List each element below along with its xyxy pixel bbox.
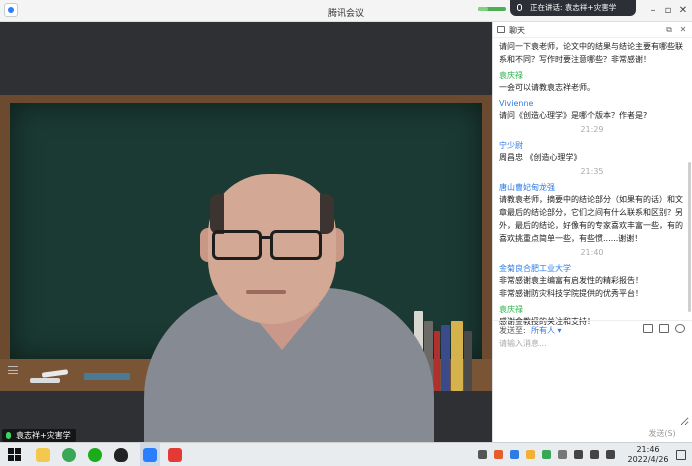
close-chat-icon[interactable]: ✕ bbox=[677, 23, 689, 37]
title-bar: 腾讯会议 正在讲话: 袁志祥+灾害学 – ▫ ✕ bbox=[0, 0, 692, 22]
video-area[interactable]: 袁志祥+灾害学 bbox=[0, 22, 492, 442]
file-icon[interactable] bbox=[659, 324, 669, 333]
participant-name: 袁志祥+灾害学 bbox=[16, 431, 71, 440]
close-button[interactable]: ✕ bbox=[676, 4, 690, 18]
speaker-hair bbox=[210, 194, 224, 234]
chat-message: 宁少尉周昌忠 《创造心理学》 21:35 bbox=[499, 140, 685, 178]
clock-time[interactable]: 21:46 bbox=[628, 445, 668, 454]
windows-start-icon[interactable] bbox=[8, 448, 22, 462]
chat-bubble-icon bbox=[497, 26, 505, 33]
chat-input[interactable] bbox=[497, 336, 689, 426]
message-sender[interactable]: 宁少尉 bbox=[499, 140, 685, 151]
recipient-dropdown[interactable]: 所有人 ▾ bbox=[531, 325, 562, 336]
user-icon[interactable] bbox=[675, 324, 685, 333]
chalk bbox=[30, 378, 60, 383]
send-to-row: 发送至: 所有人 ▾ bbox=[493, 320, 692, 336]
message-sender[interactable]: 袁庆禄 bbox=[499, 70, 685, 81]
message-sender[interactable]: 唐山曹妃甸龙强 bbox=[499, 182, 685, 193]
maximize-button[interactable]: ▫ bbox=[661, 4, 675, 18]
chat-message: 唐山曹妃甸龙强请教袁老师，摘要中的结论部分（如果有的话）和文章最后的结论部分，它… bbox=[499, 182, 685, 259]
message-text: 周昌忠 《创造心理学》 bbox=[499, 153, 582, 162]
scrollbar[interactable] bbox=[688, 162, 691, 312]
notification-icon[interactable] bbox=[676, 450, 686, 460]
tray-icon[interactable] bbox=[526, 450, 535, 459]
popout-icon[interactable]: ⧉ bbox=[663, 23, 675, 37]
send-to-label: 发送至: bbox=[499, 326, 526, 335]
chat-message: 请问一下袁老师，论文中的结果与结论主要有哪些联系和不同？写作时要注意哪些？非常感… bbox=[499, 40, 685, 66]
microphone-on-icon bbox=[6, 432, 11, 439]
network-icon[interactable] bbox=[574, 450, 583, 459]
chat-title: 聊天 bbox=[509, 26, 525, 35]
message-sender[interactable]: Vivienne bbox=[499, 98, 685, 109]
message-sender[interactable]: 金菊良合肥工业大学 bbox=[499, 263, 685, 274]
message-sender[interactable]: 袁庆禄 bbox=[499, 304, 685, 315]
speaking-indicator: 正在讲话: 袁志祥+灾害学 bbox=[510, 0, 636, 16]
chat-header: 聊天 ⧉ ✕ bbox=[493, 22, 692, 38]
input-method-icon[interactable] bbox=[606, 450, 615, 459]
wps-icon[interactable] bbox=[168, 448, 182, 462]
message-text: 请教袁老师，摘要中的结论部分（如果有的话）和文章最后的结论部分，它们之间有什么联… bbox=[499, 195, 683, 243]
tray-icon[interactable] bbox=[494, 450, 503, 459]
qq-icon[interactable] bbox=[114, 448, 128, 462]
file-explorer-icon[interactable] bbox=[36, 448, 50, 462]
menu-icon[interactable] bbox=[8, 366, 18, 374]
speaker-glasses bbox=[212, 230, 262, 260]
speaking-text: 正在讲话: 袁志祥+灾害学 bbox=[530, 3, 617, 12]
tray-icon[interactable] bbox=[542, 450, 551, 459]
browser-icon[interactable] bbox=[62, 448, 76, 462]
message-time: 21:40 bbox=[580, 248, 604, 257]
speaker-mouth bbox=[246, 290, 286, 294]
minimize-button[interactable]: – bbox=[646, 4, 660, 18]
message-text: 非常感谢袁主编富有启发性的精彩报告！ bbox=[499, 276, 643, 285]
message-list[interactable]: 请问一下袁老师，论文中的结果与结论主要有哪些联系和不同？写作时要注意哪些？非常感… bbox=[499, 40, 685, 334]
message-text: 请问《创造心理学》是哪个版本？作者是? bbox=[499, 111, 648, 120]
chat-message: 袁庆禄一会可以请教袁志祥老师。 bbox=[499, 70, 685, 94]
screenshot-icon[interactable] bbox=[643, 324, 653, 333]
send-button[interactable]: 发送(S) bbox=[645, 428, 679, 440]
message-text: 一会可以请教袁志祥老师。 bbox=[499, 83, 595, 92]
message-time: 21:29 bbox=[580, 125, 604, 134]
clock-date[interactable]: 2022/4/26 bbox=[622, 455, 674, 464]
speaker-glasses bbox=[270, 230, 322, 260]
speaker-hair bbox=[320, 194, 334, 234]
chat-message: Vivienne 请问《创造心理学》是哪个版本？作者是? 21:29 bbox=[499, 98, 685, 136]
participant-name-tag: 袁志祥+灾害学 bbox=[2, 429, 76, 442]
eraser bbox=[84, 373, 130, 380]
message-time: 21:35 bbox=[580, 167, 604, 176]
tencent-meeting-icon[interactable] bbox=[143, 448, 157, 462]
recipient-value: 所有人 bbox=[531, 326, 555, 335]
volume-icon[interactable] bbox=[590, 450, 599, 459]
tray-icon[interactable] bbox=[510, 450, 519, 459]
tray-icon[interactable] bbox=[558, 450, 567, 459]
wechat-icon[interactable] bbox=[88, 448, 102, 462]
taskbar: 21:46 2022/4/26 bbox=[0, 442, 692, 466]
tray-icon[interactable] bbox=[478, 450, 487, 459]
message-text: 非常感谢防灾科技学院提供的优秀平台！ bbox=[499, 289, 643, 298]
microphone-icon bbox=[517, 4, 522, 11]
chat-message: 金菊良合肥工业大学 非常感谢袁主编富有启发性的精彩报告！ 非常感谢防灾科技学院提供的… bbox=[499, 263, 685, 300]
chat-panel: 聊天 ⧉ ✕ 请问一下袁老师，论文中的结果与结论主要有哪些联系和不同？写作时要注… bbox=[492, 22, 692, 442]
network-signal-icon[interactable] bbox=[478, 7, 506, 11]
message-text: 请问一下袁老师，论文中的结果与结论主要有哪些联系和不同？写作时要注意哪些？非常感… bbox=[499, 42, 683, 64]
